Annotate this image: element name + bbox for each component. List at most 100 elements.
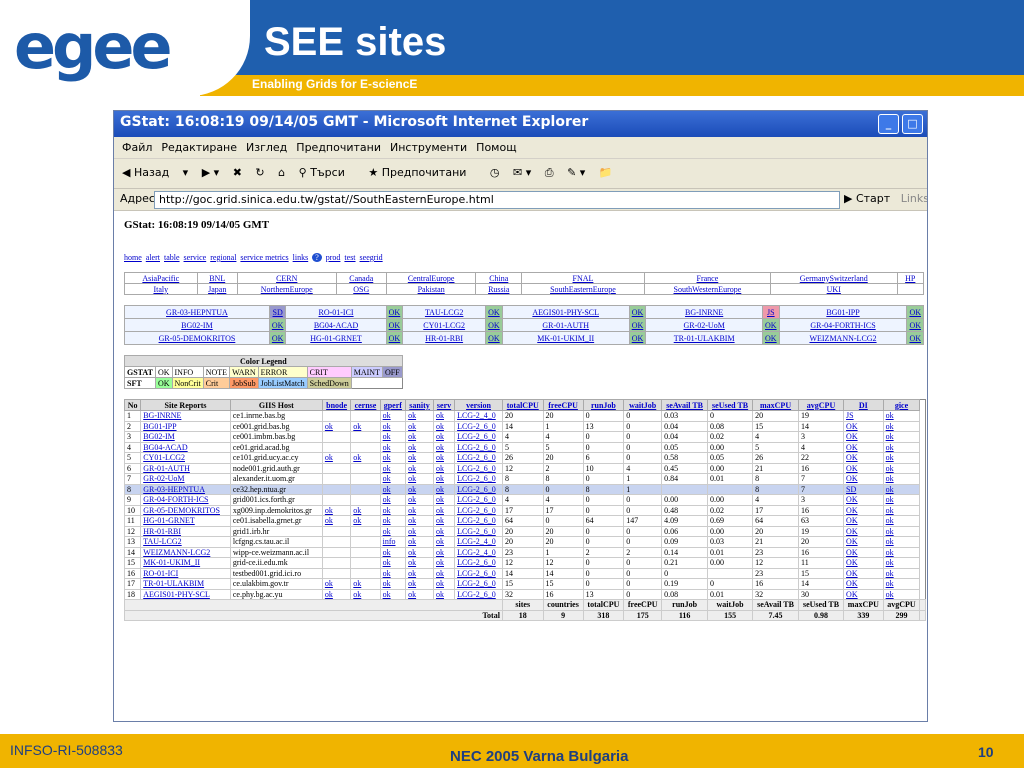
nav-link[interactable]: prod	[326, 253, 341, 262]
site-status-badge[interactable]: OK	[628, 305, 647, 319]
table-cell[interactable]: BG-INRNE	[140, 410, 231, 422]
report-column-header[interactable]: sanity	[405, 399, 434, 411]
site-status-badge[interactable]: OK	[628, 318, 647, 332]
table-cell[interactable]: OK	[843, 441, 884, 453]
table-cell[interactable]: ok	[882, 462, 921, 474]
table-cell[interactable]: ok	[882, 420, 921, 432]
nav-link[interactable]: regional	[210, 253, 236, 262]
table-cell[interactable]: ok	[379, 473, 407, 485]
table-cell[interactable]: LCG-2_6_0	[454, 578, 503, 590]
table-cell[interactable]: ok	[432, 441, 456, 453]
region-link[interactable]: China	[475, 272, 523, 284]
table-cell[interactable]: OK	[843, 536, 884, 548]
table-cell[interactable]: ok	[321, 504, 352, 516]
table-cell[interactable]: ok	[379, 420, 407, 432]
table-cell[interactable]: OK	[843, 567, 884, 579]
table-cell[interactable]: ok	[405, 410, 434, 422]
table-cell[interactable]: ok	[379, 504, 407, 516]
table-cell[interactable]: ok	[882, 504, 921, 516]
table-cell[interactable]: ok	[350, 420, 381, 432]
table-cell[interactable]: ok	[432, 420, 456, 432]
table-cell[interactable]: ok	[405, 504, 434, 516]
table-cell[interactable]: ok	[882, 494, 921, 506]
table-cell[interactable]: AEGIS01-PHY-SCL	[140, 588, 231, 600]
table-cell[interactable]: ok	[432, 557, 456, 569]
site-status-badge[interactable]: OK	[628, 331, 647, 345]
table-cell[interactable]: ok	[882, 473, 921, 485]
table-cell[interactable]: MK-01-UKIM_II	[140, 557, 231, 569]
table-cell[interactable]: HR-01-RBI	[140, 525, 231, 537]
table-cell[interactable]: LCG-2_4_0	[454, 536, 503, 548]
table-cell[interactable]: ok	[379, 525, 407, 537]
favorites-button[interactable]: ★ Предпочитани	[368, 166, 476, 179]
table-cell[interactable]: ok	[432, 546, 456, 558]
table-cell[interactable]: ok	[405, 494, 434, 506]
table-cell[interactable]: ok	[882, 567, 921, 579]
menu-item[interactable]: Инструменти	[390, 141, 467, 154]
site-status-badge[interactable]: OK	[268, 318, 287, 332]
table-cell[interactable]: ok	[379, 557, 407, 569]
region-link[interactable]: GermanySwitzerland	[770, 272, 898, 284]
table-cell[interactable]: LCG-2_6_0	[454, 557, 503, 569]
site-link[interactable]: BG02-IM	[124, 318, 270, 332]
table-cell[interactable]: ok	[321, 515, 352, 527]
table-cell[interactable]: ok	[405, 567, 434, 579]
back-button[interactable]: ◀ Назад ▾	[122, 166, 188, 179]
site-status-badge[interactable]: JS	[762, 305, 780, 319]
region-link[interactable]: Japan	[196, 283, 238, 295]
print-icon[interactable]: ⎙	[545, 166, 554, 179]
help-icon[interactable]: ?	[312, 253, 322, 262]
site-link[interactable]: GR-04-FORTH-ICS	[778, 318, 908, 332]
table-cell[interactable]: ok	[405, 546, 434, 558]
table-cell[interactable]: LCG-2_6_0	[454, 483, 503, 495]
table-cell[interactable]: ok	[350, 578, 381, 590]
table-cell[interactable]: OK	[843, 578, 884, 590]
table-cell[interactable]: ok	[432, 462, 456, 474]
region-link[interactable]: CERN	[236, 272, 337, 284]
site-status-badge[interactable]: SD	[268, 305, 287, 319]
report-column-header[interactable]: cernse	[350, 399, 381, 411]
table-cell[interactable]: ok	[432, 567, 456, 579]
site-status-badge[interactable]: OK	[485, 331, 503, 345]
table-cell[interactable]: BG01-IPP	[140, 420, 231, 432]
table-cell[interactable]: OK	[843, 588, 884, 600]
table-cell[interactable]: OK	[843, 504, 884, 516]
site-link[interactable]: AEGIS01-PHY-SCL	[501, 305, 630, 319]
report-column-header[interactable]: waitJob	[623, 399, 663, 411]
report-column-header[interactable]: seUsed TB	[707, 399, 754, 411]
table-cell[interactable]: ok	[882, 483, 921, 495]
table-cell[interactable]: TR-01-ULAKBIM	[140, 578, 231, 590]
table-cell[interactable]: GR-04-FORTH-ICS	[140, 494, 231, 506]
site-status-badge[interactable]: OK	[906, 331, 924, 345]
table-cell[interactable]: JS	[843, 410, 884, 422]
region-link[interactable]: CentralEurope	[385, 272, 477, 284]
region-link[interactable]: SouthWesternEurope	[643, 283, 772, 295]
site-link[interactable]: BG01-IPP	[778, 305, 908, 319]
table-cell[interactable]: WEIZMANN-LCG2	[140, 546, 231, 558]
table-cell[interactable]: ok	[882, 578, 921, 590]
address-input[interactable]: http://goc.grid.sinica.edu.tw/gstat//Sou…	[154, 191, 840, 209]
report-column-header[interactable]: runJob	[582, 399, 625, 411]
table-cell[interactable]: ok	[432, 578, 456, 590]
table-cell[interactable]: BG02-IM	[140, 431, 231, 443]
table-cell[interactable]: LCG-2_6_0	[454, 567, 503, 579]
stop-icon[interactable]: ✖	[233, 166, 242, 179]
table-cell[interactable]: ok	[379, 431, 407, 443]
table-cell[interactable]: ok	[405, 420, 434, 432]
table-cell[interactable]: ok	[432, 525, 456, 537]
table-cell[interactable]: LCG-2_6_0	[454, 473, 503, 485]
nav-link[interactable]: links	[293, 253, 309, 262]
table-cell[interactable]: ok	[405, 578, 434, 590]
table-cell[interactable]: ok	[405, 483, 434, 495]
menu-item[interactable]: Изглед	[246, 141, 287, 154]
table-cell[interactable]: ok	[882, 588, 921, 600]
table-cell[interactable]: RO-01-ICI	[140, 567, 231, 579]
site-status-badge[interactable]: OK	[385, 318, 404, 332]
site-link[interactable]: TR-01-ULAKBIM	[645, 331, 764, 345]
table-cell[interactable]: ok	[405, 441, 434, 453]
table-cell[interactable]: ok	[350, 588, 381, 600]
region-link[interactable]: AsiaPacific	[124, 272, 198, 284]
table-cell[interactable]: info	[379, 536, 407, 548]
table-cell[interactable]: ok	[405, 588, 434, 600]
report-column-header[interactable]: serv	[432, 399, 456, 411]
